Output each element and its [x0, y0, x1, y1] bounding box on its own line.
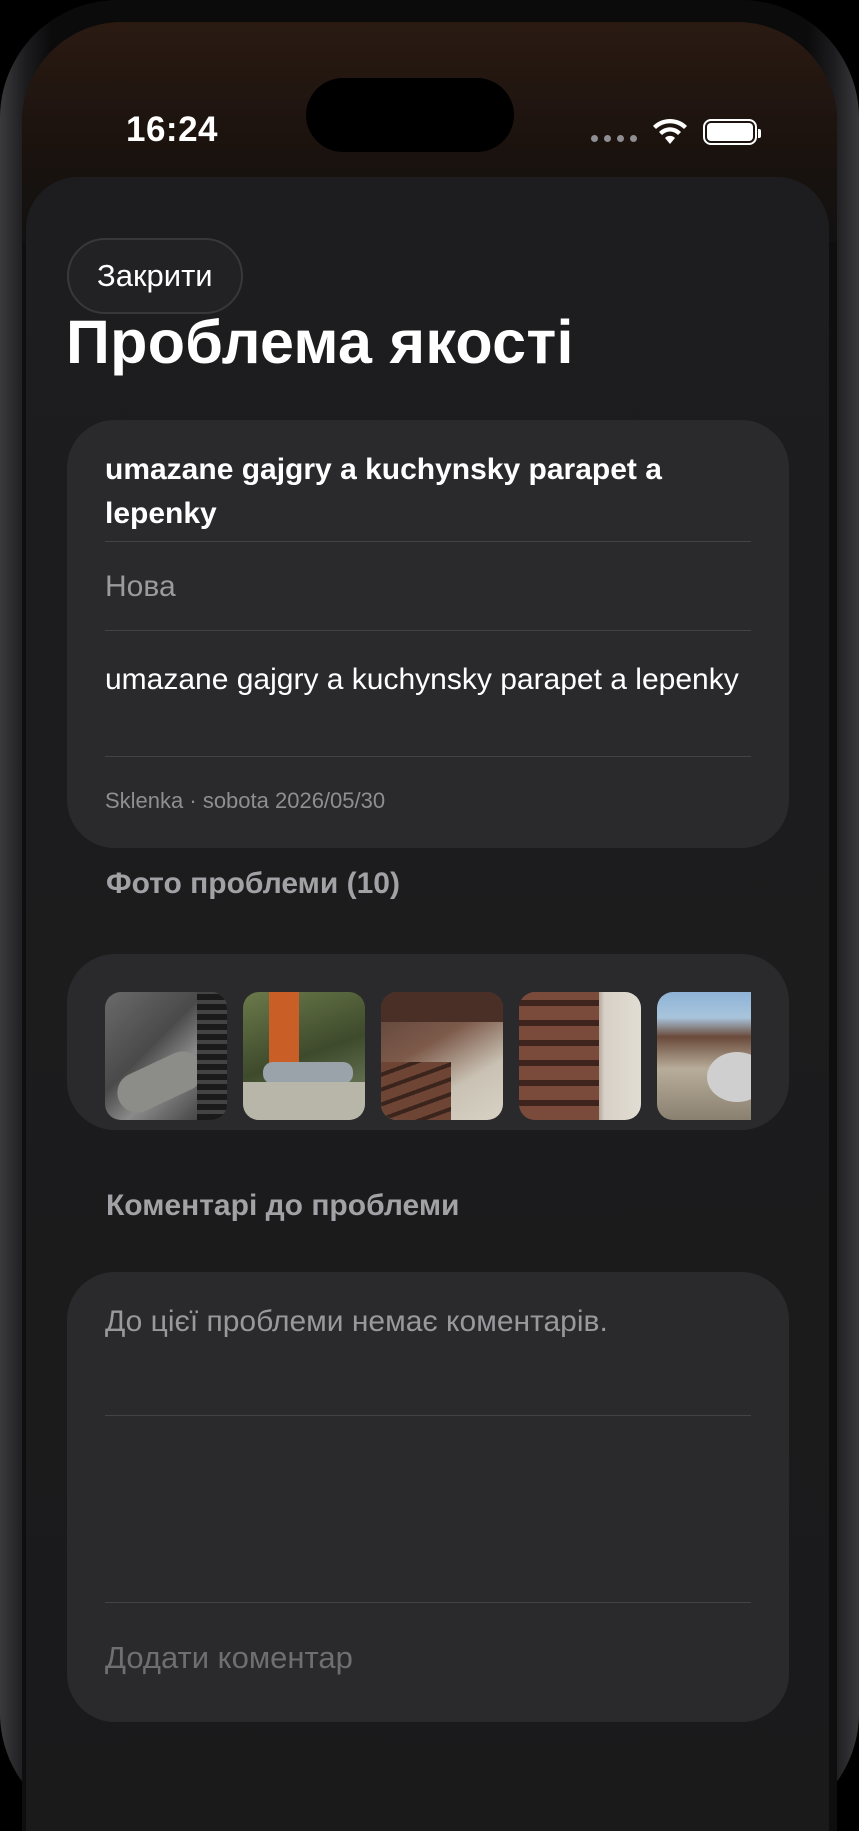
issue-status[interactable]: Нова	[105, 570, 751, 604]
page-title: Проблема якості	[66, 308, 574, 376]
comments-section-label: Коментарі до проблеми	[106, 1189, 460, 1222]
issue-meta: Sklenka · sobota 2026/05/30	[105, 788, 386, 813]
battery-icon	[703, 119, 761, 145]
photo-thumbnail[interactable]	[243, 992, 365, 1120]
photo-thumbnail[interactable]	[657, 992, 751, 1120]
status-time: 16:24	[126, 110, 219, 149]
divider	[105, 1415, 751, 1416]
issue-title: umazane gajgry a kuchynsky parapet a lep…	[105, 453, 662, 530]
issue-sheet: Закрити Проблема якості umazane gajgry a…	[26, 177, 829, 1831]
photo-thumbnail[interactable]	[519, 992, 641, 1120]
wifi-icon	[653, 118, 687, 144]
photos-card	[67, 954, 789, 1130]
status-icons	[591, 118, 761, 146]
photo-strip[interactable]	[105, 992, 751, 1120]
photo-thumbnail[interactable]	[105, 992, 227, 1120]
divider	[105, 1602, 751, 1603]
add-comment-input[interactable]: Додати коментар	[105, 1640, 751, 1676]
issue-description: umazane gajgry a kuchynsky parapet a lep…	[105, 663, 739, 696]
comments-card: До цієї проблеми немає коментарів. Додат…	[67, 1272, 789, 1722]
photo-thumbnail[interactable]	[381, 992, 503, 1120]
close-button[interactable]: Закрити	[67, 238, 243, 314]
issue-info-card: umazane gajgry a kuchynsky parapet a lep…	[67, 420, 789, 848]
divider	[105, 630, 751, 631]
photos-section-label: Фото проблеми (10)	[106, 867, 400, 900]
divider	[105, 756, 751, 757]
screen: 16:24 Закрити Проблема якості umazane ga…	[22, 22, 837, 1831]
dynamic-island	[306, 78, 514, 152]
divider	[105, 541, 751, 542]
comments-empty-text: До цієї проблеми немає коментарів.	[105, 1305, 608, 1338]
signal-dots-icon	[591, 134, 637, 142]
